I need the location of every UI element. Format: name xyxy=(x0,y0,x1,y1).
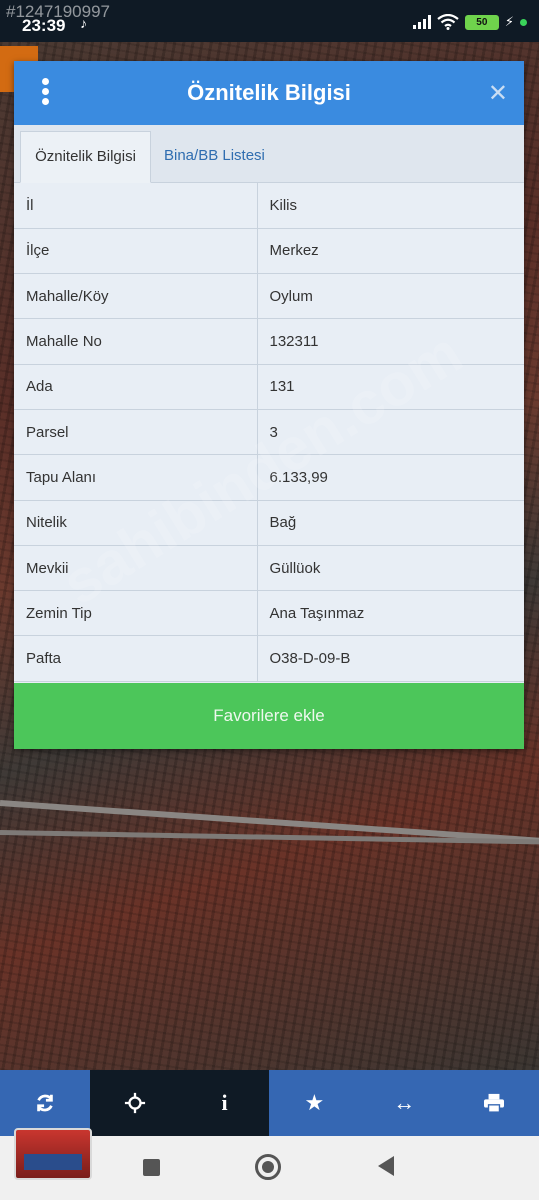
charging-icon: ⚡ xyxy=(504,14,514,29)
row-value: 131 xyxy=(257,364,524,410)
star-icon[interactable]: ★ xyxy=(269,1070,360,1136)
dialog-tabs: Öznitelik Bilgisi Bina/BB Listesi xyxy=(14,125,524,183)
row-key: Zemin Tip xyxy=(14,590,258,637)
row-value: Güllüok xyxy=(257,545,524,592)
table-row: Nitelik Bağ xyxy=(14,500,524,546)
row-value: Ana Taşınmaz xyxy=(257,590,524,637)
map-toolbar: i ★ ↔ xyxy=(0,1070,539,1136)
row-key: İlçe xyxy=(14,228,258,275)
wifi-icon xyxy=(437,14,459,30)
tiktok-icon: ♪ xyxy=(80,15,87,31)
print-icon[interactable] xyxy=(449,1070,539,1136)
close-icon[interactable]: ✕ xyxy=(488,79,508,108)
row-key: Mahalle/Köy xyxy=(14,273,258,320)
recent-apps-icon[interactable] xyxy=(143,1159,160,1176)
row-key: İl xyxy=(14,183,258,229)
status-bar: #1247190997 23:39 ♪ 50 ⚡ xyxy=(0,0,539,42)
status-time: 23:39 xyxy=(22,16,66,35)
table-row: Ada 131 xyxy=(14,364,524,410)
dialog-header: Öznitelik Bilgisi ✕ xyxy=(14,61,524,125)
back-icon[interactable] xyxy=(378,1156,394,1176)
signal-icon xyxy=(412,15,431,29)
table-row: Mevkii Güllüok xyxy=(14,545,524,592)
row-value: 3 xyxy=(257,409,524,456)
row-key: Mahalle No xyxy=(14,318,258,365)
attribute-info-dialog: Öznitelik Bilgisi ✕ Öznitelik Bilgisi Bi… xyxy=(14,61,524,749)
tab-building-list[interactable]: Bina/BB Listesi xyxy=(164,131,265,183)
table-row: Zemin Tip Ana Taşınmaz xyxy=(14,590,524,637)
attribute-table: İl Kilis İlçe Merkez Mahalle/Köy Oylum Maha… xyxy=(14,183,524,682)
refresh-icon[interactable] xyxy=(0,1070,90,1136)
row-key: Ada xyxy=(14,364,258,410)
row-value: Merkez xyxy=(257,228,524,275)
row-value: Bağ xyxy=(257,500,524,546)
table-row: Pafta O38-D-09-B xyxy=(14,635,524,682)
table-row: Tapu Alanı 6.133,99 xyxy=(14,454,524,501)
row-key: Nitelik xyxy=(14,500,258,546)
measure-icon[interactable]: ↔ xyxy=(359,1070,450,1136)
add-to-favorites-button[interactable]: Favorilere ekle xyxy=(14,683,524,749)
crosshair-icon[interactable] xyxy=(89,1070,180,1136)
table-row: Mahalle No 132311 xyxy=(14,318,524,365)
table-row: İlçe Merkez xyxy=(14,228,524,275)
row-key: Parsel xyxy=(14,409,258,456)
realestate-logo xyxy=(14,1128,92,1180)
table-row: İl Kilis xyxy=(14,183,524,229)
row-key: Mevkii xyxy=(14,545,258,592)
table-row: Parsel 3 xyxy=(14,409,524,456)
row-value: 132311 xyxy=(257,318,524,365)
row-key: Pafta xyxy=(14,635,258,682)
dialog-title: Öznitelik Bilgisi xyxy=(187,80,351,105)
tab-attribute-info[interactable]: Öznitelik Bilgisi xyxy=(20,131,151,183)
row-value: Oylum xyxy=(257,273,524,320)
notification-dot xyxy=(520,18,527,26)
status-icons: 50 ⚡ xyxy=(412,14,527,30)
row-value: 6.133,99 xyxy=(257,454,524,501)
row-value: Kilis xyxy=(257,183,524,229)
info-icon[interactable]: i xyxy=(179,1070,270,1136)
row-value: O38-D-09-B xyxy=(257,635,524,682)
table-row: Mahalle/Köy Oylum xyxy=(14,273,524,320)
home-icon[interactable] xyxy=(255,1154,281,1180)
row-key: Tapu Alanı xyxy=(14,454,258,501)
battery-icon: 50 xyxy=(464,14,499,30)
